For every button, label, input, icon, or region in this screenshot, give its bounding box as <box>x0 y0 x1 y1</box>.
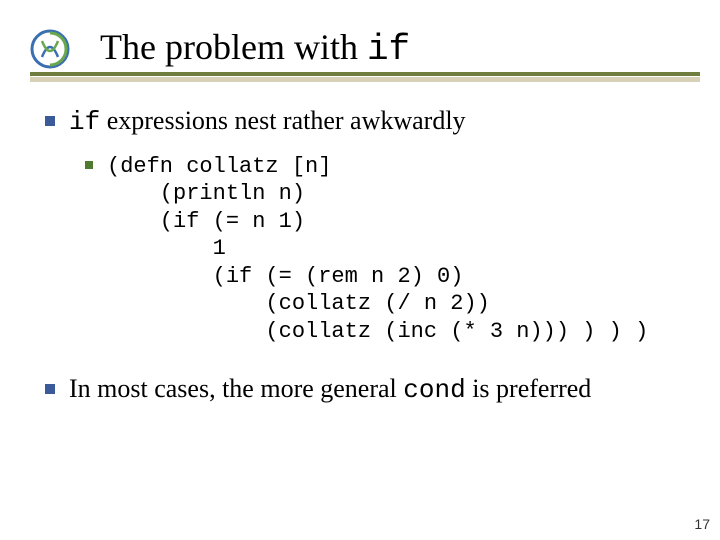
bullet2-code: cond <box>403 375 465 405</box>
bullet1-text: if expressions nest rather awkwardly <box>69 105 466 139</box>
code-line: (if (= n 1) <box>107 209 305 234</box>
code-line: (if (= (rem n 2) 0) <box>107 264 463 289</box>
bullet-square-icon <box>45 116 55 126</box>
title-prefix: The problem with <box>100 27 367 67</box>
bullet1-code: if <box>69 107 100 137</box>
page-number: 17 <box>694 516 710 532</box>
code-block: (defn collatz [n] (println n) (if (= n 1… <box>107 153 648 346</box>
code-line: (println n) <box>107 181 305 206</box>
bullet2-prefix: In most cases, the more general <box>69 374 403 403</box>
bullet-level2: (defn collatz [n] (println n) (if (= n 1… <box>85 153 690 346</box>
bullet-small-square-icon <box>85 161 93 169</box>
title-code: if <box>367 29 410 70</box>
slide-title: The problem with if <box>100 28 410 70</box>
code-line: (collatz (inc (* 3 n))) ) ) ) <box>107 319 648 344</box>
bullet2-text: In most cases, the more general cond is … <box>69 373 591 407</box>
bullet2-suffix: is preferred <box>466 374 592 403</box>
code-line: (collatz (/ n 2)) <box>107 291 490 316</box>
title-row: The problem with if <box>30 28 700 70</box>
bullet-level1: if expressions nest rather awkwardly <box>45 105 690 139</box>
code-line: 1 <box>107 236 226 261</box>
title-underline <box>30 72 700 76</box>
slide: The problem with if if expressions nest … <box>0 0 720 540</box>
title-underline-shadow <box>30 77 700 82</box>
clojure-logo-icon <box>30 29 70 69</box>
bullet-level1: In most cases, the more general cond is … <box>45 373 690 407</box>
code-line: (defn collatz [n] <box>107 154 331 179</box>
slide-body: if expressions nest rather awkwardly (de… <box>45 105 690 421</box>
bullet-square-icon <box>45 384 55 394</box>
bullet1-rest: expressions nest rather awkwardly <box>100 106 465 135</box>
